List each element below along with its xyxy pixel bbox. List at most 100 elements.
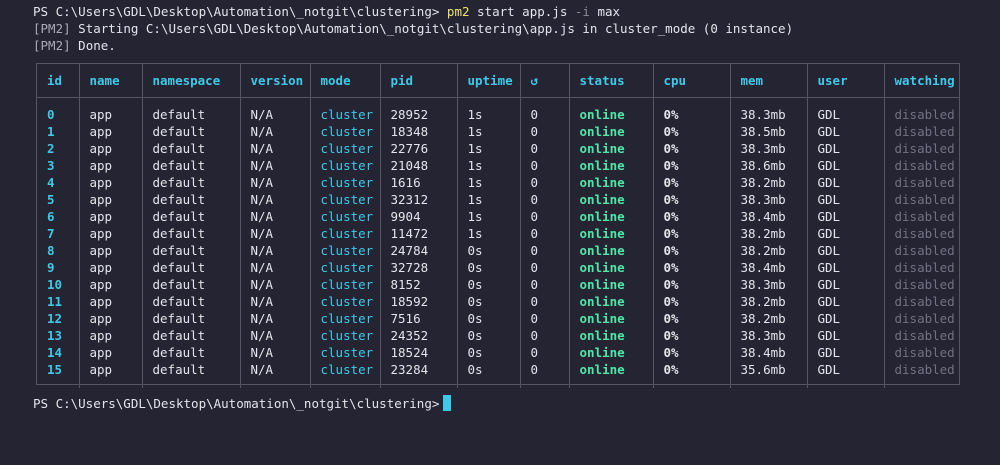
cell-user: GDL	[807, 106, 885, 123]
cell-cpu: 0%	[653, 293, 731, 310]
output-line-starting: [PM2] Starting C:\Users\GDL\Desktop\Auto…	[33, 20, 1000, 37]
cell-namespace: default	[142, 259, 241, 276]
cell-namespace: default	[142, 310, 241, 327]
cell-version: N/A	[240, 191, 311, 208]
cell-version: N/A	[240, 225, 311, 242]
table-row[interactable]: 0 app default N/A cluster 28952 1s 0 online 0% 38.…	[37, 106, 959, 123]
cell-cpu: 0%	[653, 344, 731, 361]
table-row[interactable]: 2 app default N/A cluster 22776 1s 0 online 0% 38.…	[37, 140, 959, 157]
cell-uptime: 0s	[457, 242, 521, 259]
cell-watching: disabled	[894, 107, 955, 122]
cell-restarts: 0	[520, 293, 570, 310]
cell-restarts: 0	[520, 157, 570, 174]
cell-pid: 22776	[380, 140, 458, 157]
table-row[interactable]: 9 app default N/A cluster 32728 0s 0 online 0% 38.…	[37, 259, 959, 276]
cell-cpu: 0%	[653, 157, 731, 174]
terminal-window[interactable]: PS C:\Users\GDL\Desktop\Automation\_notg…	[0, 0, 1000, 465]
table-row[interactable]: 7 app default N/A cluster 11472 1s 0 online 0% 38.…	[37, 225, 959, 242]
table-row[interactable]: 11 app default N/A cluster 18592 0s 0 online 0% 38…	[37, 293, 959, 310]
cell-name: app	[79, 293, 143, 310]
cell-user: GDL	[807, 310, 885, 327]
process-table: id name namespace version mode pid uptim…	[36, 63, 960, 388]
cell-status: online	[569, 361, 654, 378]
cell-version: N/A	[240, 293, 311, 310]
table-row[interactable]: 6 app default N/A cluster 9904 1s 0 online 0% 38.4…	[37, 208, 959, 225]
cell-cpu: 0%	[653, 191, 731, 208]
cell-uptime: 0s	[457, 259, 521, 276]
cell-pid: 18348	[380, 123, 458, 140]
cell-id: 0	[37, 106, 80, 123]
cell-pid: 18524	[380, 344, 458, 361]
cell-mem: 38.4mb	[730, 259, 808, 276]
cell-name: app	[79, 276, 143, 293]
cell-namespace: default	[142, 361, 241, 378]
table-row[interactable]: 13 app default N/A cluster 24352 0s 0 online 0% 38…	[37, 327, 959, 344]
table-row[interactable]: 14 app default N/A cluster 18524 0s 0 online 0% 38…	[37, 344, 959, 361]
header-status: status	[569, 64, 654, 98]
table-row[interactable]: 15 app default N/A cluster 23284 0s 0 online 0% 35…	[37, 361, 959, 378]
prompt: PS C:\Users\GDL\Desktop\Automation\_notg…	[33, 4, 440, 19]
cell-cpu: 0%	[653, 327, 731, 344]
table-row[interactable]: 3 app default N/A cluster 21048 1s 0 online 0% 38.…	[37, 157, 959, 174]
spacer-cell	[520, 97, 570, 106]
cell-restarts: 0	[520, 140, 570, 157]
cell-mem: 35.6mb	[730, 361, 808, 378]
cell-name: app	[79, 174, 143, 191]
cell-namespace: default	[142, 242, 241, 259]
cell-user: GDL	[807, 225, 885, 242]
cell-mem: 38.3mb	[730, 106, 808, 123]
cell-restarts: 0	[520, 259, 570, 276]
cell-name: app	[79, 140, 143, 157]
cell-mode: cluster	[310, 276, 381, 293]
spacer-cell	[142, 97, 241, 106]
cell-name: app	[79, 242, 143, 259]
cell-watching: disabled	[894, 141, 955, 156]
cell-namespace: default	[142, 157, 241, 174]
cell-user: GDL	[807, 259, 885, 276]
table-row[interactable]: 1 app default N/A cluster 18348 1s 0 online 0% 38.…	[37, 123, 959, 140]
cell-mode: cluster	[310, 208, 381, 225]
table-row[interactable]: 5 app default N/A cluster 32312 1s 0 online 0% 38.…	[37, 191, 959, 208]
cell-namespace: default	[142, 344, 241, 361]
cell-watching: disabled	[894, 294, 955, 309]
cell-name: app	[79, 259, 143, 276]
cell-uptime: 0s	[457, 276, 521, 293]
cell-cpu: 0%	[653, 174, 731, 191]
cell-pid: 18592	[380, 293, 458, 310]
table-spacer	[37, 378, 959, 388]
table-row[interactable]: 12 app default N/A cluster 7516 0s 0 online 0% 38.…	[37, 310, 959, 327]
table-row[interactable]: 10 app default N/A cluster 8152 0s 0 online 0% 38.…	[37, 276, 959, 293]
cell-status: online	[569, 276, 654, 293]
cell-mode: cluster	[310, 310, 381, 327]
table-row[interactable]: 8 app default N/A cluster 24784 0s 0 online 0% 38.…	[37, 242, 959, 259]
spacer-cell	[457, 97, 521, 106]
header-uptime: uptime	[457, 64, 521, 98]
cell-pid: 32312	[380, 191, 458, 208]
cell-mode: cluster	[310, 140, 381, 157]
cell-uptime: 1s	[457, 208, 521, 225]
cell-watching: disabled	[894, 124, 955, 139]
cell-pid: 1616	[380, 174, 458, 191]
spacer-cell	[380, 97, 458, 106]
final-prompt-line[interactable]: PS C:\Users\GDL\Desktop\Automation\_notg…	[33, 395, 452, 412]
spacer-cell	[807, 378, 885, 388]
cell-id: 9	[37, 259, 80, 276]
cell-mode: cluster	[310, 225, 381, 242]
cell-watching: disabled	[894, 311, 955, 326]
cell-watching: disabled	[894, 328, 955, 343]
cell-mode: cluster	[310, 174, 381, 191]
spacer-cell	[240, 97, 311, 106]
header-id: id	[37, 64, 80, 98]
cell-mem: 38.2mb	[730, 293, 808, 310]
cell-mode: cluster	[310, 327, 381, 344]
spacer-cell	[37, 378, 80, 388]
table-row[interactable]: 4 app default N/A cluster 1616 1s 0 online 0% 38.2…	[37, 174, 959, 191]
header-name: name	[79, 64, 143, 98]
cursor-icon	[443, 395, 452, 411]
cell-user: GDL	[807, 140, 885, 157]
cell-status: online	[569, 208, 654, 225]
cell-status: online	[569, 310, 654, 327]
cell-status: online	[569, 259, 654, 276]
cell-status: online	[569, 344, 654, 361]
cell-name: app	[79, 225, 143, 242]
